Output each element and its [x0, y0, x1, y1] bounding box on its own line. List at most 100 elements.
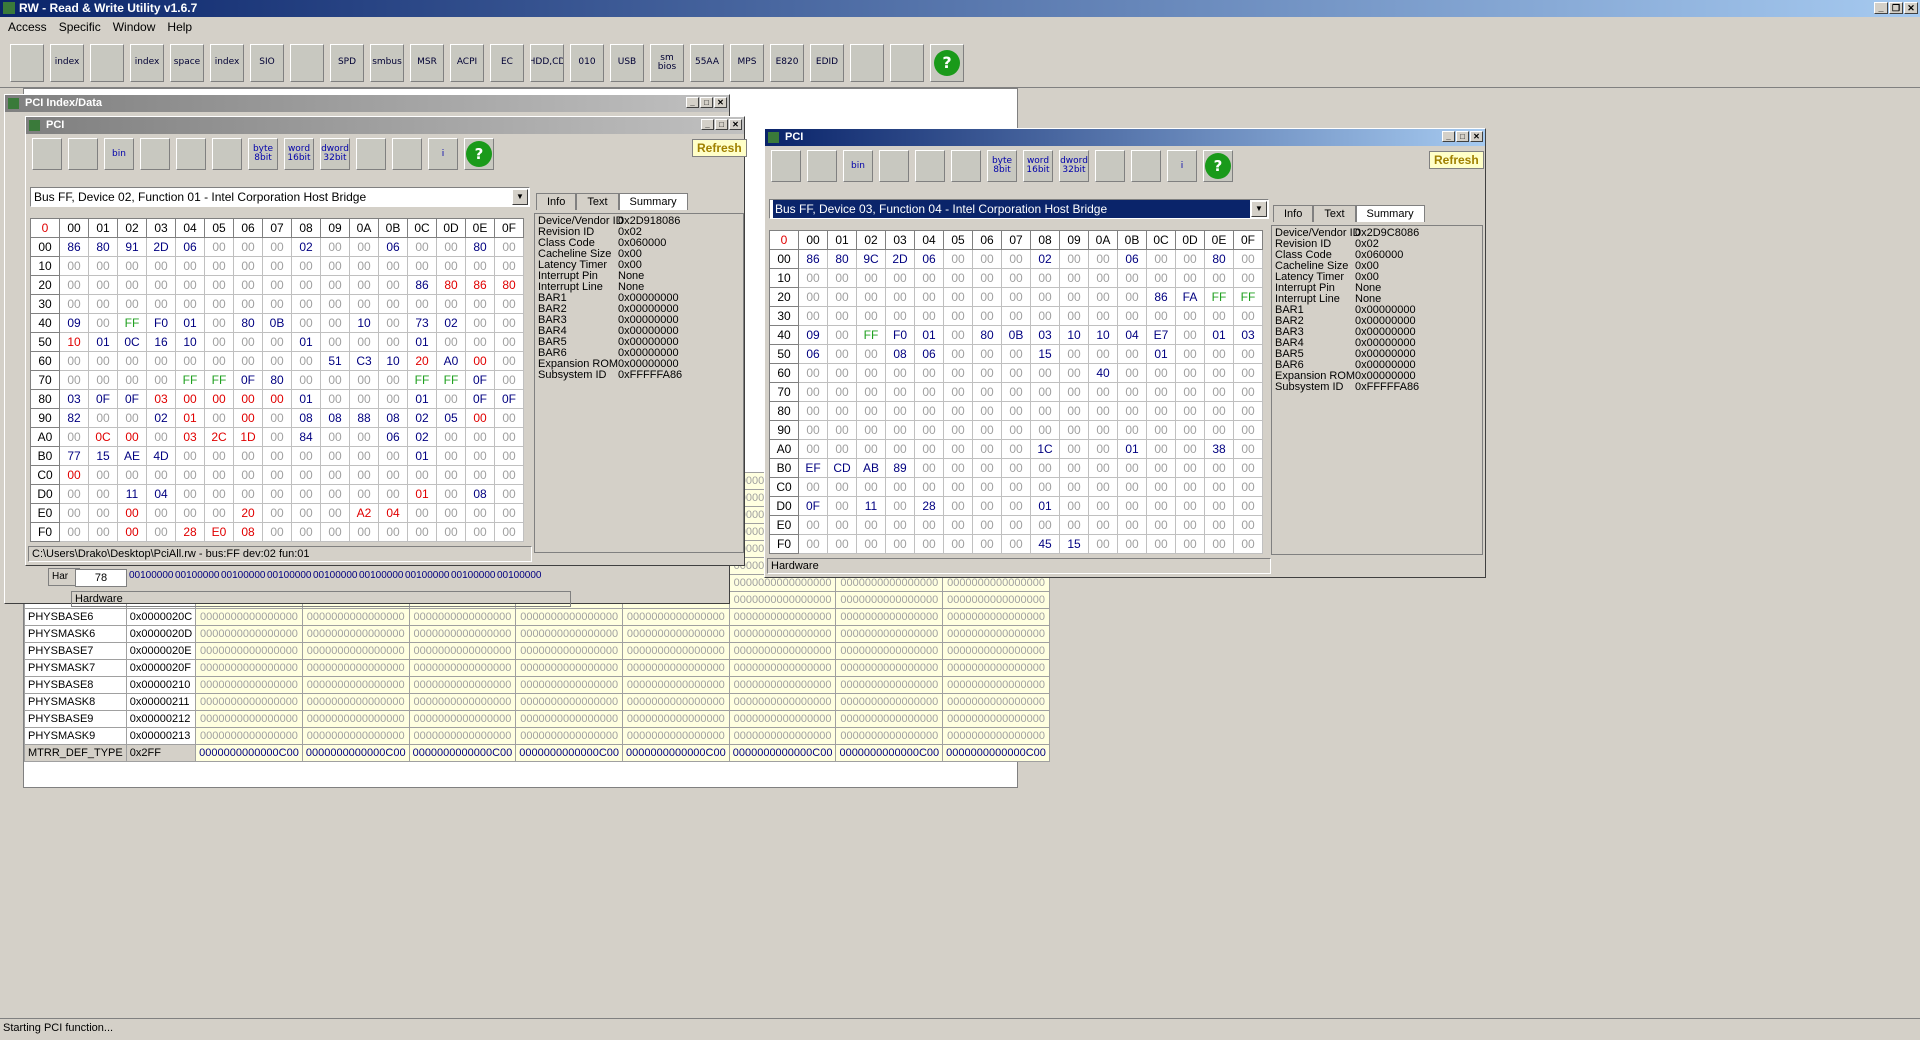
hex-cell[interactable]: 1D: [233, 427, 263, 447]
hex-cell[interactable]: 00: [146, 294, 176, 314]
hex-cell[interactable]: 0B: [1001, 325, 1031, 345]
hex-cell[interactable]: 00: [943, 458, 973, 478]
hex-cell[interactable]: 00: [175, 256, 205, 276]
hex-cell[interactable]: 00: [885, 477, 915, 497]
hex-cell[interactable]: FF: [1204, 287, 1234, 307]
hex-cell[interactable]: 00: [914, 439, 944, 459]
hex-cell[interactable]: 00: [1088, 382, 1118, 402]
hex-cell[interactable]: E7: [1146, 325, 1176, 345]
hex-cell[interactable]: 00: [349, 256, 379, 276]
hex-cell[interactable]: 10: [1088, 325, 1118, 345]
toolbar-button-13[interactable]: HDD,CD: [530, 43, 564, 82]
hex-cell[interactable]: 00: [1117, 382, 1147, 402]
hex-cell[interactable]: 00: [1001, 344, 1031, 364]
pci-tool-button-4[interactable]: [176, 138, 206, 170]
hex-cell[interactable]: 00: [378, 370, 408, 390]
msr-value[interactable]: 0000000000000000: [622, 642, 730, 660]
msr-value[interactable]: 0000000000000000: [301, 659, 410, 677]
minimize-button[interactable]: _: [1442, 131, 1455, 142]
hex-cell[interactable]: 00: [88, 256, 118, 276]
hex-cell[interactable]: 00: [1233, 268, 1263, 288]
hex-cell[interactable]: 00: [494, 503, 524, 523]
msr-value[interactable]: 0000000000000000: [942, 676, 1050, 694]
hex-cell[interactable]: 00: [914, 401, 944, 421]
hex-cell[interactable]: 11: [117, 484, 147, 504]
msr-value[interactable]: 0000000000000000: [301, 727, 410, 745]
msr-value[interactable]: 0000000000000000: [195, 625, 303, 643]
hex-cell[interactable]: 15: [88, 446, 118, 466]
hex-cell[interactable]: 00: [117, 256, 147, 276]
hex-cell[interactable]: 00: [1175, 401, 1205, 421]
hex-cell[interactable]: 00: [1059, 382, 1089, 402]
toolbar-button-15[interactable]: USB: [610, 43, 644, 82]
hex-cell[interactable]: 00: [1030, 287, 1060, 307]
hex-cell[interactable]: 91: [117, 237, 147, 257]
pci-tool-button-7[interactable]: word 16bit: [284, 138, 314, 170]
hex-cell[interactable]: 01: [1030, 496, 1060, 516]
hex-cell[interactable]: 08: [233, 522, 263, 542]
pci-window-1[interactable]: PCI _ □ ✕ bin byte 8bit word 16bit dword 32bi…: [25, 116, 747, 566]
hex-cell[interactable]: 00: [798, 515, 828, 535]
hex-cell[interactable]: 00: [972, 382, 1002, 402]
msr-value[interactable]: 0000000000000000: [408, 727, 517, 745]
hex-cell[interactable]: 80: [494, 275, 524, 295]
hex-cell[interactable]: 00: [494, 446, 524, 466]
index-cell[interactable]: 00100000: [497, 570, 543, 581]
hex-cell[interactable]: 00: [146, 275, 176, 295]
hex-cell[interactable]: 00: [378, 256, 408, 276]
minimize-button[interactable]: _: [1874, 2, 1888, 14]
hex-cell[interactable]: 00: [1175, 496, 1205, 516]
hex-cell[interactable]: 00: [117, 408, 147, 428]
msr-value[interactable]: 0000000000000000: [195, 693, 303, 711]
hex-cell[interactable]: 00: [1059, 439, 1089, 459]
hex-cell[interactable]: 00: [943, 306, 973, 326]
hex-cell[interactable]: 00: [1001, 439, 1031, 459]
hex-cell[interactable]: 00: [291, 465, 321, 485]
hex-cell[interactable]: 00: [117, 465, 147, 485]
hex-cell[interactable]: 00: [59, 275, 89, 295]
hex-cell[interactable]: 00: [407, 503, 437, 523]
hex-cell[interactable]: 00: [204, 313, 234, 333]
toolbar-button-21[interactable]: [850, 43, 884, 82]
pci-tool-button-10[interactable]: [392, 138, 422, 170]
hex-cell[interactable]: 00: [1175, 477, 1205, 497]
hex-cell[interactable]: 00: [436, 427, 466, 447]
msr-value[interactable]: 0000000000000000: [622, 710, 730, 728]
hex-cell[interactable]: 00: [494, 294, 524, 314]
hex-cell[interactable]: 00: [1175, 420, 1205, 440]
hex-cell[interactable]: 00: [320, 446, 350, 466]
hex-cell[interactable]: 00: [972, 515, 1002, 535]
hex-cell[interactable]: 45: [1030, 534, 1060, 554]
hex-cell[interactable]: FF: [407, 370, 437, 390]
hex-cell[interactable]: 00: [204, 465, 234, 485]
hex-cell[interactable]: 00: [59, 503, 89, 523]
hex-cell[interactable]: 00: [349, 294, 379, 314]
menu-access[interactable]: Access: [2, 20, 53, 34]
hex-cell[interactable]: 00: [465, 522, 495, 542]
hex-cell[interactable]: 00: [175, 275, 205, 295]
hex-cell[interactable]: 00: [1175, 439, 1205, 459]
hex-cell[interactable]: 00: [349, 427, 379, 447]
hex-cell[interactable]: 00: [1146, 477, 1176, 497]
help-icon[interactable]: ?: [930, 43, 964, 82]
hex-cell[interactable]: 00: [1146, 306, 1176, 326]
pci-tool-button-0[interactable]: [32, 138, 62, 170]
msr-value[interactable]: 0000000000000000: [301, 693, 410, 711]
index-cell[interactable]: 00100000: [405, 570, 451, 581]
hex-cell[interactable]: 00: [972, 477, 1002, 497]
hex-cell[interactable]: 00: [146, 427, 176, 447]
hex-cell[interactable]: 00: [1117, 287, 1147, 307]
hex-cell[interactable]: 00: [1233, 477, 1263, 497]
hex-cell[interactable]: 00: [407, 256, 437, 276]
hex-cell[interactable]: 00: [1146, 515, 1176, 535]
hex-cell[interactable]: 00: [1146, 534, 1176, 554]
hex-cell[interactable]: 00: [204, 237, 234, 257]
hex-cell[interactable]: 00: [1059, 477, 1089, 497]
hex-cell[interactable]: 08: [291, 408, 321, 428]
msr-value[interactable]: 0000000000000C00: [622, 744, 730, 762]
hex-cell[interactable]: 00: [914, 420, 944, 440]
hex-cell[interactable]: 00: [1001, 534, 1031, 554]
hex-cell[interactable]: 00: [972, 439, 1002, 459]
hex-cell[interactable]: 00: [972, 344, 1002, 364]
hex-cell[interactable]: 11: [856, 496, 886, 516]
